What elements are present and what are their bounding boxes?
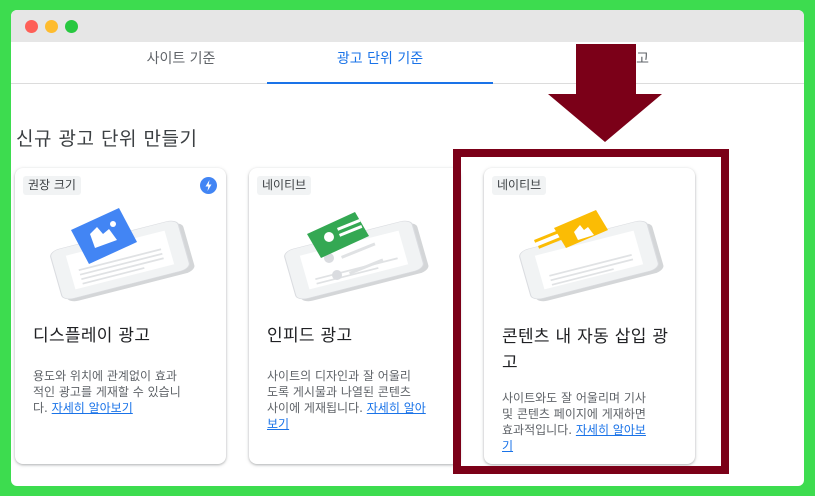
highlight-box — [453, 149, 729, 474]
in-feed-ad-card[interactable]: 네이티브 인피드 광고 사이트의 디자인과 잘 어울리 도록 게시물과 나열된 … — [249, 168, 460, 464]
tab-by-site[interactable]: 사이트 기준 — [81, 42, 281, 84]
close-window-button[interactable] — [25, 20, 38, 33]
display-ad-illustration-icon — [50, 208, 195, 302]
native-chip: 네이티브 — [257, 176, 312, 195]
display-ad-description: 용도와 위치에 관계없이 효과 적인 광고를 게재할 수 있습니 다. 자세히 … — [33, 369, 181, 415]
in-feed-ad-title: 인피드 광고 — [267, 326, 353, 346]
in-feed-ad-illustration-icon — [284, 212, 429, 302]
tab-by-ad-unit[interactable]: 광고 단위 기준 — [267, 42, 493, 84]
display-ad-title: 디스플레이 광고 — [33, 326, 151, 346]
tab-bar: 사이트 기준 광고 단위 기준 기존 광고 — [11, 42, 804, 84]
down-arrow-icon — [548, 44, 662, 142]
page-title: 신규 광고 단위 만들기 — [16, 128, 198, 150]
in-feed-ad-description: 사이트의 디자인과 잘 어울리 도록 게시물과 나열된 콘텐츠 사이에 게재됩니… — [267, 369, 426, 431]
display-ad-card[interactable]: 권장 크기 디스플레이 광고 용도와 위치에 관계없이 효과 적인 광고를 게재… — [15, 168, 226, 464]
minimize-window-button[interactable] — [45, 20, 58, 33]
in-feed-learn-more-link-cont[interactable]: 보기 — [267, 417, 289, 431]
display-learn-more-link[interactable]: 자세히 알아보기 — [52, 401, 133, 415]
maximize-window-button[interactable] — [65, 20, 78, 33]
title-bar — [11, 10, 804, 42]
in-feed-learn-more-link[interactable]: 자세히 알아 — [367, 401, 426, 415]
lightning-bolt-icon — [200, 177, 217, 194]
recommended-size-chip: 권장 크기 — [23, 176, 81, 195]
